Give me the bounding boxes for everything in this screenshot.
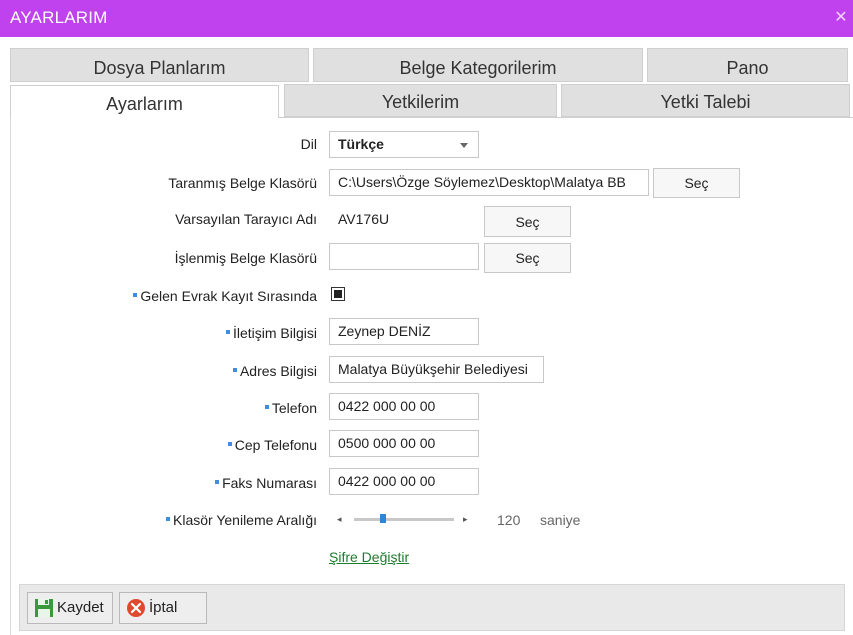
scanned-folder-input[interactable]: C:\Users\Özge Söylemez\Desktop\Malatya B… xyxy=(329,169,649,196)
slider-track[interactable] xyxy=(354,518,454,521)
tab-ayarlarim[interactable]: Ayarlarım xyxy=(10,85,279,118)
default-scanner-select-button[interactable]: Seç xyxy=(484,206,571,237)
mobile-phone-text: Cep Telefonu xyxy=(234,437,317,453)
tab-belge-kategorilerim[interactable]: Belge Kategorilerim xyxy=(313,48,643,82)
slider-increase-icon[interactable]: ▸ xyxy=(463,514,468,525)
processed-folder-label: İşlenmiş Belge Klasörü xyxy=(174,250,317,266)
address-info-input[interactable]: Malatya Büyükşehir Belediyesi xyxy=(329,356,544,383)
incoming-record-text: Gelen Evrak Kayıt Sırasında xyxy=(140,288,317,304)
change-password-link[interactable]: Şifre Değiştir xyxy=(329,549,409,565)
footer-toolbar: Kaydet İptal xyxy=(19,584,845,631)
tab-pano[interactable]: Pano xyxy=(647,48,848,82)
cancel-icon xyxy=(127,599,145,617)
tab-label: Ayarlarım xyxy=(106,94,183,114)
checkbox-checked-mark xyxy=(334,290,342,298)
default-scanner-value: AV176U xyxy=(338,211,390,227)
tab-dosya-planlarim[interactable]: Dosya Planlarım xyxy=(10,48,309,82)
slider-thumb[interactable] xyxy=(380,514,386,523)
mobile-phone-input[interactable]: 0500 000 00 00 xyxy=(329,430,479,457)
language-select[interactable]: Türkçe xyxy=(329,131,479,158)
fax-input[interactable]: 0422 000 00 00 xyxy=(329,468,479,495)
save-button[interactable]: Kaydet xyxy=(27,592,113,624)
incoming-record-checkbox[interactable] xyxy=(331,287,345,301)
phone-label: Telefon xyxy=(264,400,317,416)
incoming-record-label: Gelen Evrak Kayıt Sırasında xyxy=(133,288,317,304)
bullet-icon xyxy=(232,368,237,373)
contact-info-input[interactable]: Zeynep DENİZ xyxy=(329,318,479,345)
refresh-interval-value: 120 xyxy=(497,512,521,528)
tab-label: Dosya Planlarım xyxy=(93,58,226,78)
tab-label: Yetki Talebi xyxy=(660,92,751,112)
bullet-icon xyxy=(227,442,232,447)
contact-info-text: İletişim Bilgisi xyxy=(232,325,317,341)
language-label: Dil xyxy=(300,136,317,152)
address-info-label: Adres Bilgisi xyxy=(232,363,317,379)
bullet-icon xyxy=(215,480,220,485)
fax-text: Faks Numarası xyxy=(222,475,317,491)
scanned-folder-select-button[interactable]: Seç xyxy=(653,168,740,198)
refresh-interval-label: Klasör Yenileme Aralığı xyxy=(166,512,317,528)
mobile-phone-label: Cep Telefonu xyxy=(227,437,317,453)
chevron-down-icon xyxy=(460,143,468,148)
window-title: AYARLARIM xyxy=(10,8,108,27)
tab-label: Yetkilerim xyxy=(381,92,460,112)
tab-yetki-talebi[interactable]: Yetki Talebi xyxy=(561,84,850,117)
save-icon xyxy=(35,599,53,617)
address-info-text: Adres Bilgisi xyxy=(239,363,317,379)
slider-decrease-icon[interactable]: ◂ xyxy=(337,514,342,525)
refresh-interval-unit: saniye xyxy=(540,512,581,528)
phone-text: Telefon xyxy=(271,400,317,416)
bullet-icon xyxy=(225,330,230,335)
processed-folder-input[interactable] xyxy=(329,243,479,270)
processed-folder-select-button[interactable]: Seç xyxy=(484,243,571,273)
save-label: Kaydet xyxy=(57,599,104,616)
default-scanner-label: Varsayılan Tarayıcı Adı xyxy=(175,211,317,227)
tab-yetkilerim[interactable]: Yetkilerim xyxy=(284,84,557,117)
tab-label: Pano xyxy=(726,58,769,78)
bullet-icon xyxy=(133,293,138,298)
bullet-icon xyxy=(166,517,171,522)
fax-label: Faks Numarası xyxy=(215,475,317,491)
contact-info-label: İletişim Bilgisi xyxy=(225,325,317,341)
tab-label: Belge Kategorilerim xyxy=(399,58,557,78)
language-value: Türkçe xyxy=(338,136,384,152)
phone-input[interactable]: 0422 000 00 00 xyxy=(329,393,479,420)
scanned-folder-label: Taranmış Belge Klasörü xyxy=(168,175,317,191)
bullet-icon xyxy=(264,405,269,410)
refresh-interval-text: Klasör Yenileme Aralığı xyxy=(173,512,317,528)
cancel-label: İptal xyxy=(149,599,178,616)
title-bar: AYARLARIM ✕ xyxy=(0,0,853,37)
cancel-button[interactable]: İptal xyxy=(119,592,207,624)
close-icon[interactable]: ✕ xyxy=(832,8,850,28)
